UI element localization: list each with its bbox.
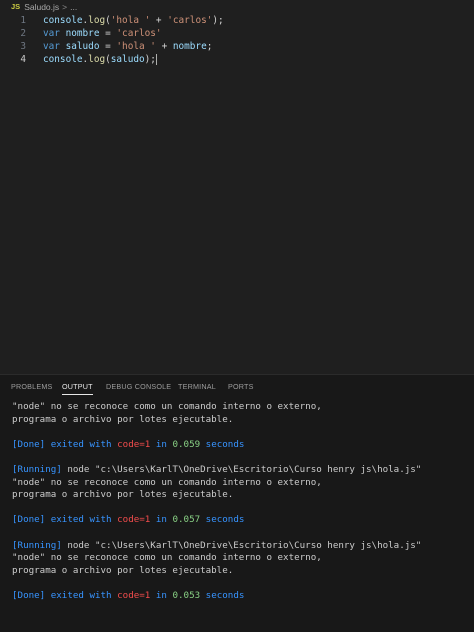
output-text: in (150, 514, 173, 526)
code-token: ); (212, 15, 224, 26)
output-text: [Running] (12, 464, 62, 475)
bottom-panel: PROBLEMS OUTPUT DEBUG CONSOLE TERMINAL PORTS… (0, 374, 474, 632)
tab-ports[interactable]: PORTS (228, 382, 254, 391)
output-text: 0.053 (172, 590, 201, 601)
output-text: 0.059 (172, 438, 201, 450)
output-text: code=1 (117, 590, 151, 601)
code-token: 'hola ' (116, 41, 156, 52)
output-text: [Done] (12, 438, 46, 450)
output-text: programa o archivo por lotes ejecutable. (12, 564, 234, 576)
code-token: saludo (110, 54, 145, 65)
breadcrumb: JS Saludo.js > ... (0, 0, 474, 13)
tab-problems[interactable]: PROBLEMS (11, 382, 53, 391)
breadcrumb-file[interactable]: Saludo.js (24, 2, 59, 12)
chevron-right-icon: > (62, 1, 68, 12)
output-line: [Done] exited with code=1 in 0.057 secon… (12, 514, 244, 526)
code-token: log (88, 15, 106, 26)
output-text: [Done] (12, 590, 46, 601)
output-text: node "c:\Users\KarlT\OneDrive\Escritorio… (61, 464, 422, 475)
output-text: in (150, 590, 173, 601)
tab-terminal[interactable]: TERMINAL (178, 382, 216, 391)
code-token: = (99, 28, 117, 39)
code-token: 'hola ' (110, 15, 151, 26)
breadcrumb-more[interactable]: ... (70, 2, 77, 12)
output-line: [Done] exited with code=1 in 0.059 secon… (12, 439, 244, 451)
output-text: exited with (45, 590, 118, 601)
tab-output[interactable]: OUTPUT (62, 382, 93, 395)
code-token: var (43, 41, 60, 52)
code-text: console.log(saludo); (43, 53, 157, 66)
output-text: code=1 (117, 438, 151, 450)
output-text: [Running] (12, 539, 62, 551)
output-line: programa o archivo por lotes ejecutable. (12, 565, 233, 577)
output-text: "node" no se reconoce como un comando in… (12, 552, 322, 564)
code-editor[interactable]: 1 console.log('hola ' + 'carlos'); 2 var no… (0, 13, 474, 373)
line-number: 3 (20, 41, 26, 52)
output-line: programa o archivo por lotes ejecutable. (12, 489, 233, 501)
output-text: [Done] (12, 514, 46, 526)
output-console[interactable]: "node" no se reconoce como un comando in… (0, 397, 474, 632)
output-text: node "c:\Users\KarlT\OneDrive\Escritorio… (61, 539, 422, 551)
output-text: exited with (45, 514, 118, 526)
output-line: "node" no se reconoce como un comando in… (12, 401, 322, 413)
code-text: var saludo = 'hola ' + nombre; (43, 40, 212, 53)
code-token: console (43, 54, 83, 65)
output-text: in (150, 438, 173, 450)
code-token: ; (206, 41, 213, 52)
output-line: [Running] node "c:\Users\KarlT\OneDrive\… (12, 464, 421, 476)
output-text: programa o archivo por lotes ejecutable. (12, 413, 234, 425)
code-token: 'carlos' (167, 15, 213, 26)
output-text: "node" no se reconoce como un comando in… (12, 401, 322, 412)
output-text: seconds (200, 590, 245, 601)
output-text: seconds (200, 438, 245, 450)
code-token: log (88, 54, 106, 65)
code-token: var (43, 28, 60, 39)
output-line: [Running] node "c:\Users\KarlT\OneDrive\… (12, 540, 421, 552)
output-line: programa o archivo por lotes ejecutable. (12, 414, 233, 426)
code-token: + (155, 41, 173, 52)
javascript-file-icon: JS (11, 2, 21, 11)
output-line: "node" no se reconoce como un comando in… (12, 477, 322, 489)
output-text: seconds (200, 514, 245, 526)
line-number: 4 (20, 54, 26, 65)
output-text: programa o archivo por lotes ejecutable. (12, 489, 234, 501)
output-text: 0.057 (172, 514, 201, 526)
tab-debug-console[interactable]: DEBUG CONSOLE (106, 382, 171, 391)
line-number: 2 (20, 28, 26, 39)
code-token: saludo (65, 41, 100, 52)
code-token: console (43, 15, 83, 26)
code-text: console.log('hola ' + 'carlos'); (43, 14, 224, 27)
line-number: 1 (20, 15, 26, 26)
output-text: exited with (45, 438, 118, 450)
output-text: "node" no se reconoce como un comando in… (12, 476, 322, 488)
code-token: 'carlos' (116, 28, 162, 39)
panel-tabs: PROBLEMS OUTPUT DEBUG CONSOLE TERMINAL PORTS (0, 375, 474, 397)
code-token: ); (144, 54, 156, 65)
text-cursor (155, 54, 157, 65)
code-text: var nombre = 'carlos' (43, 27, 162, 40)
code-token: + (150, 15, 168, 26)
code-token: = (99, 41, 117, 52)
code-token: nombre (172, 41, 207, 52)
code-token: nombre (65, 28, 100, 39)
output-text: code=1 (117, 514, 151, 526)
output-line: [Done] exited with code=1 in 0.053 secon… (12, 590, 244, 602)
output-line: "node" no se reconoce como un comando in… (12, 552, 322, 564)
